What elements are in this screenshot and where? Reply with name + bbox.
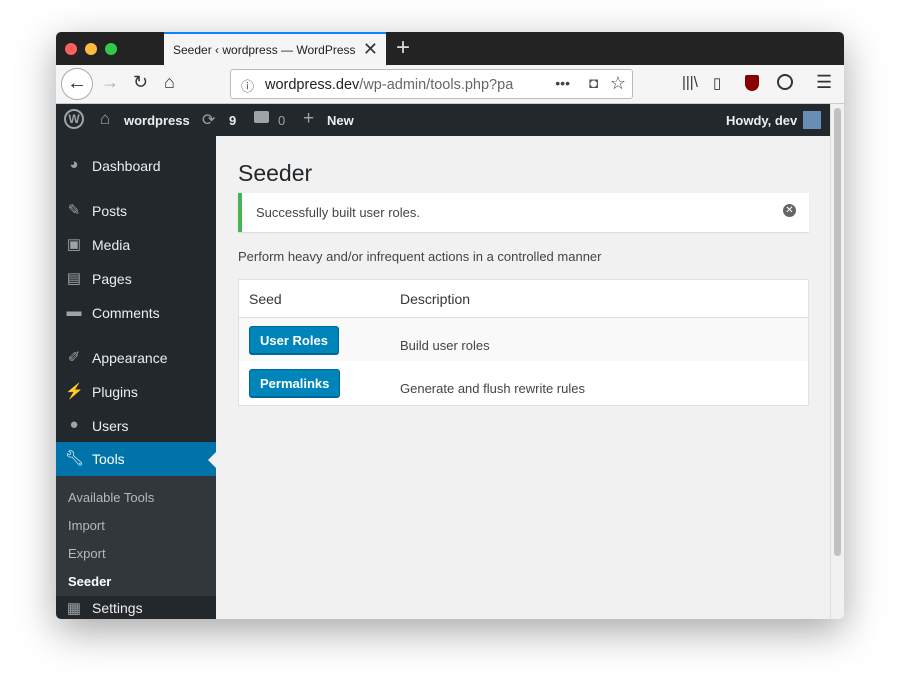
user-icon: ●	[69, 416, 79, 433]
menu-label: Pages	[92, 271, 132, 287]
menu-label: Media	[92, 237, 131, 253]
menu-label: Dashboard	[92, 158, 161, 174]
page-description: Perform heavy and/or infrequent actions …	[238, 249, 602, 264]
tab-bar: Seeder ‹ wordpress — WordPress ✕ +	[56, 32, 844, 65]
plus-icon[interactable]: +	[303, 108, 314, 130]
reload-button[interactable]: ↻	[133, 72, 148, 93]
scrollbar[interactable]	[830, 104, 844, 619]
column-header-seed: Seed	[249, 291, 282, 307]
dashboard-icon: ◕	[69, 156, 79, 173]
updates-count[interactable]: 9	[229, 113, 236, 128]
forward-button[interactable]: →	[101, 72, 119, 93]
url-bar[interactable]: ⓘ wordpress.dev/wp-admin/tools.php?pa ••…	[230, 69, 633, 99]
permalinks-button[interactable]: Permalinks	[249, 369, 341, 397]
password-manager-icon[interactable]	[777, 74, 793, 90]
menu-label: Posts	[92, 203, 128, 219]
page-title: Seeder	[238, 160, 313, 186]
menu-item-pages[interactable]: ▤ Pages	[56, 262, 216, 296]
submenu-seeder[interactable]: Seeder	[68, 574, 111, 589]
menu-label: Settings	[92, 600, 143, 616]
submenu-import[interactable]: Import	[68, 518, 105, 533]
browser-window: Seeder ‹ wordpress — WordPress ✕ + ← → ↻ …	[56, 32, 844, 619]
close-window-button[interactable]	[65, 43, 77, 55]
pocket-icon[interactable]: ◘	[589, 75, 598, 92]
tab-title: Seeder ‹ wordpress — WordPress	[173, 43, 356, 57]
user-roles-button[interactable]: User Roles	[249, 326, 339, 354]
url-host: wordpress.dev	[265, 77, 360, 93]
comments-count[interactable]: 0	[278, 113, 285, 128]
updates-icon[interactable]: ⟳	[202, 110, 215, 130]
library-icon[interactable]: |||\	[682, 74, 698, 91]
wp-admin-bar: W ⌂ wordpress ⟳ 9 0 + New Howdy, dev	[56, 104, 830, 136]
menu-item-comments[interactable]: ▬ Comments	[56, 296, 216, 330]
submenu-export[interactable]: Export	[68, 546, 106, 561]
site-name-link[interactable]: wordpress	[124, 113, 190, 128]
notice-text: Successfully built user roles.	[256, 205, 421, 220]
pages-icon: ▤	[66, 270, 82, 287]
maximize-window-button[interactable]	[105, 43, 117, 55]
new-content-link[interactable]: New	[327, 113, 354, 128]
menu-item-media[interactable]: ▣ Media	[56, 228, 216, 262]
brush-icon: ✐	[67, 349, 81, 366]
avatar[interactable]	[803, 111, 821, 129]
minimize-window-button[interactable]	[85, 43, 97, 55]
ublock-icon[interactable]	[745, 75, 759, 91]
menu-label: Plugins	[92, 384, 138, 400]
menu-label: Tools	[92, 451, 125, 467]
menu-label: Appearance	[92, 350, 168, 366]
home-button[interactable]: ⌂	[164, 72, 175, 93]
comments-icon[interactable]	[254, 111, 269, 123]
back-button[interactable]: ←	[61, 68, 93, 100]
howdy-user-link[interactable]: Howdy, dev	[726, 113, 797, 128]
scrollbar-thumb[interactable]	[834, 108, 841, 556]
media-icon: ▣	[66, 236, 82, 253]
dismiss-icon[interactable]: ✕	[783, 204, 796, 217]
menu-item-dashboard[interactable]: ◕ Dashboard	[56, 149, 216, 183]
menu-item-tools[interactable]: 🔧︎ Tools	[56, 442, 216, 476]
new-tab-button[interactable]: +	[396, 34, 410, 62]
seed-table: Seed Description User Roles Build user r…	[238, 279, 809, 406]
browser-tab[interactable]: Seeder ‹ wordpress — WordPress ✕	[164, 32, 386, 65]
success-notice: Successfully built user roles. ✕	[238, 193, 809, 232]
plug-icon: ⚡	[65, 383, 84, 400]
row-description: Build user roles	[400, 338, 490, 353]
wrench-icon: 🔧︎	[65, 450, 85, 467]
tools-submenu: Available Tools Import Export Seeder	[56, 476, 216, 596]
row-description: Generate and flush rewrite rules	[400, 381, 585, 396]
table-row: User Roles Build user roles	[239, 317, 808, 361]
menu-label: Comments	[92, 305, 160, 321]
main-content: Seeder Successfully built user roles. ✕ P…	[216, 136, 830, 619]
wordpress-logo-icon[interactable]: W	[64, 109, 84, 129]
menu-label: Users	[92, 418, 129, 434]
close-tab-icon[interactable]: ✕	[363, 39, 378, 60]
menu-item-users[interactable]: ● Users	[56, 409, 216, 443]
home-icon: ⌂	[100, 109, 111, 128]
column-header-description: Description	[400, 291, 471, 307]
settings-icon: ▦	[66, 600, 82, 617]
submenu-available-tools[interactable]: Available Tools	[68, 490, 154, 505]
admin-sidebar: ◕ Dashboard ✎ Posts ▣ Media ▤ Pages ▬ Comment…	[56, 136, 216, 619]
menu-icon[interactable]: ☰	[816, 72, 832, 93]
info-icon[interactable]: ⓘ	[241, 76, 254, 95]
sidebar-toggle-icon[interactable]: ▯	[713, 74, 721, 92]
table-row: Permalinks Generate and flush rewrite ru…	[239, 361, 808, 405]
menu-item-plugins[interactable]: ⚡ Plugins	[56, 375, 216, 409]
comment-icon: ▬	[66, 303, 82, 320]
menu-item-settings[interactable]: ▦ Settings	[56, 596, 216, 619]
nav-toolbar: ← → ↻ ⌂ ⓘ wordpress.dev/wp-admin/tools.p…	[56, 65, 844, 104]
pin-icon: ✎	[67, 202, 81, 219]
bookmark-star-icon[interactable]: ☆	[610, 73, 626, 94]
more-actions-icon[interactable]: •••	[549, 75, 570, 91]
url-path: /wp-admin/tools.php?pa	[359, 77, 514, 93]
menu-item-posts[interactable]: ✎ Posts	[56, 194, 216, 228]
menu-item-appearance[interactable]: ✐ Appearance	[56, 341, 216, 375]
current-arrow	[200, 452, 216, 468]
